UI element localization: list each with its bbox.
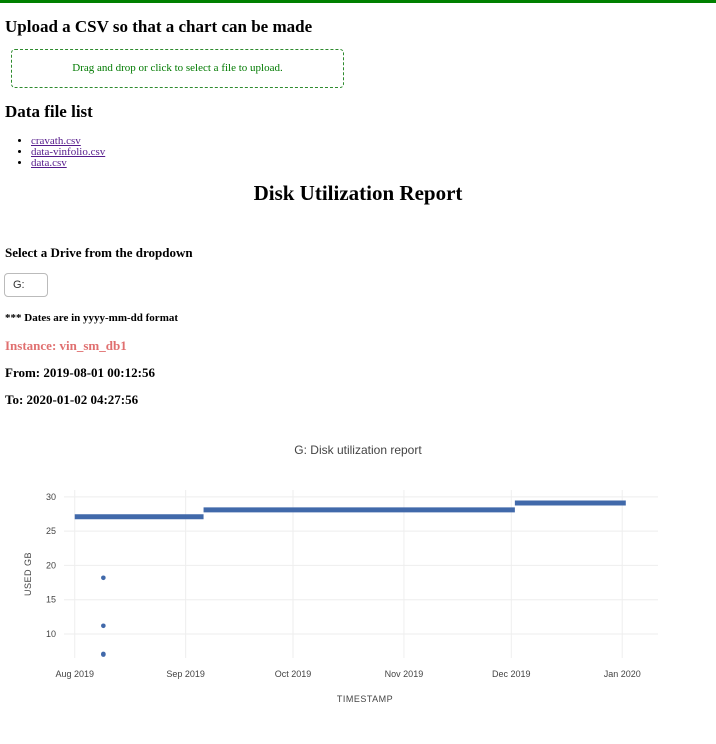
y-tick-label: 15: [46, 595, 56, 605]
x-tick-label: Aug 2019: [55, 669, 94, 679]
x-axis-title: TIMESTAMP: [337, 694, 393, 704]
x-tick-label: Sep 2019: [166, 669, 205, 679]
data-point: [101, 623, 106, 629]
y-tick-label: 25: [46, 526, 56, 536]
y-tick-label: 20: [46, 560, 56, 570]
x-tick-label: Jan 2020: [604, 669, 641, 679]
data-point: [101, 575, 106, 581]
disk-utilization-chart: 10 15 20 25 30 Aug 2019 Sep 2019 Oct 2019 Nov 20…: [23, 490, 658, 704]
x-tick-label: Dec 2019: [492, 669, 531, 679]
x-tick-label: Nov 2019: [385, 669, 424, 679]
y-tick-label: 10: [46, 629, 56, 639]
y-tick-label: 30: [46, 492, 56, 502]
x-tick-label: Oct 2019: [275, 669, 312, 679]
data-point: [101, 652, 106, 657]
y-axis-title: USED GB: [23, 552, 33, 596]
